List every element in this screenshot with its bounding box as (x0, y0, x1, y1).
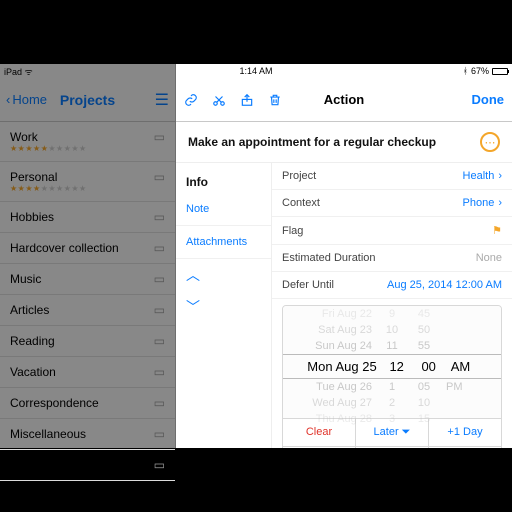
trash-icon[interactable] (268, 93, 282, 107)
task-title: Make an appointment for a regular checku… (188, 135, 436, 149)
row-duration[interactable]: Estimated DurationNone (272, 245, 512, 272)
row-context[interactable]: ContextPhone› (272, 190, 512, 217)
status-circle-icon[interactable]: ⋯ (480, 132, 500, 152)
row-flag[interactable]: Flag⚑ (272, 217, 512, 245)
app-frame: iPad ᯤ 1:14 AM ᚼ 67% ‹ Home Projects ☰ W… (0, 64, 512, 448)
link-icon[interactable] (184, 93, 198, 107)
main-nav: Action Done (176, 78, 512, 122)
chevron-up-icon[interactable]: ︿ (176, 259, 271, 291)
statusbar: iPad ᯤ 1:14 AM ᚼ 67% (0, 64, 512, 78)
tab-attachments[interactable]: Attachments (176, 226, 271, 259)
toolbar-icons (184, 93, 282, 107)
chevron-right-icon: › (498, 170, 502, 182)
detail-body: Info Note Attachments ︿ ﹀ ProjectHealth›… (176, 163, 512, 448)
flag-icon: ⚑ (492, 224, 502, 237)
info-column: Info Note Attachments ︿ ﹀ (176, 163, 272, 448)
info-header: Info (176, 163, 271, 193)
plus-week-button[interactable]: +1 Week (283, 447, 356, 448)
main-panel: Action Done Make an appointment for a re… (176, 64, 512, 448)
battery-icon (492, 68, 508, 75)
task-title-row[interactable]: Make an appointment for a regular checku… (176, 122, 512, 163)
plus-month-button[interactable]: +1 Month (356, 447, 429, 448)
row-defer[interactable]: Defer UntilAug 25, 2014 12:00 AM (272, 272, 512, 299)
chevron-right-icon: › (498, 197, 502, 209)
picker-buttons-row2: +1 Week +1 Month +1 Year (283, 446, 501, 448)
cut-icon[interactable] (212, 93, 226, 107)
sidebar-dim-overlay[interactable] (0, 64, 176, 448)
plus-year-button[interactable]: +1 Year (429, 447, 501, 448)
tab-note[interactable]: Note (176, 193, 271, 226)
picker-selected-row: Mon Aug 251200AM (283, 354, 501, 379)
share-icon[interactable] (240, 93, 254, 107)
date-picker: Fri Aug 22945 Sat Aug 231050 Sun Aug 241… (282, 305, 502, 448)
picker-wheel[interactable]: Fri Aug 22945 Sat Aug 231050 Sun Aug 241… (283, 306, 501, 418)
row-project[interactable]: ProjectHealth› (272, 163, 512, 190)
chevron-down-icon[interactable]: ﹀ (176, 291, 271, 323)
done-button[interactable]: Done (472, 92, 505, 107)
folder-icon: ▭ (154, 458, 165, 472)
list-item[interactable]: Reading List▭ (0, 450, 175, 481)
details-column: ProjectHealth› ContextPhone› Flag⚑ Estim… (272, 163, 512, 448)
status-time: 1:14 AM (0, 66, 512, 76)
